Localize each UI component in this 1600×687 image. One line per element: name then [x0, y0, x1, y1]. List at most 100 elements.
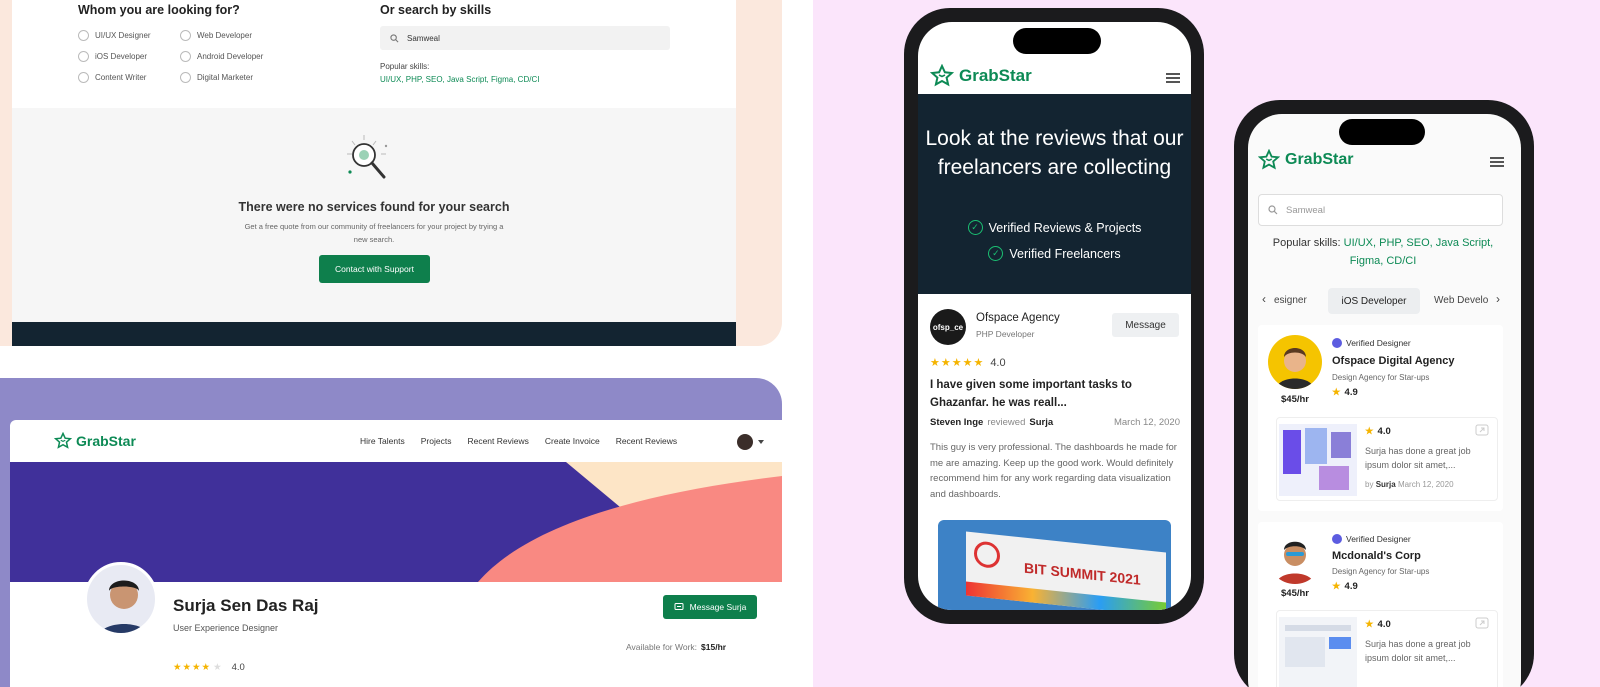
- phone-2-screen: GrabStar Samweal Popular skills: UI/UX, …: [1248, 114, 1521, 687]
- user-avatar[interactable]: [737, 434, 753, 450]
- share-icon[interactable]: [1475, 617, 1489, 629]
- billboard-logo: [974, 540, 1000, 570]
- contact-support-button[interactable]: Contact with Support: [319, 255, 430, 283]
- check-circle-icon: ✓: [967, 220, 983, 235]
- project-thumbnail: [1279, 424, 1357, 496]
- option-marketer[interactable]: Digital Marketer: [180, 72, 253, 83]
- chevron-left-icon[interactable]: ‹: [1262, 292, 1266, 306]
- nav-recent-reviews-2[interactable]: Recent Reviews: [616, 436, 677, 446]
- verified-reviews-line: ✓ Verified Reviews & Projects: [918, 220, 1191, 235]
- message-icon: [674, 603, 684, 610]
- freelancer-avatar: [1268, 335, 1322, 389]
- review-title: I have given some important tasks to Gha…: [930, 379, 1132, 409]
- chevron-down-icon[interactable]: [758, 440, 764, 444]
- hourly-rate: $45/hr: [1281, 588, 1309, 599]
- review-snippet[interactable]: ★ 4.0 Surja has done a great job ipsum do…: [1276, 417, 1498, 501]
- freelancer-tagline: Design Agency for Star-ups: [1332, 567, 1430, 576]
- radio-icon[interactable]: [180, 72, 191, 83]
- message-button[interactable]: Message: [1112, 313, 1179, 337]
- phone-frame-1: GrabStar Look at the reviews that our fr…: [904, 8, 1204, 624]
- hero-title: Look at the reviews that our freelancers…: [925, 127, 1184, 179]
- empty-text: Get a free quote from our community of f…: [244, 222, 504, 244]
- project-thumbnail: [1279, 617, 1357, 687]
- review-image: BIT SUMMIT 2021: [938, 520, 1171, 610]
- agency-name: Ofspace Agency: [976, 312, 1060, 324]
- message-surja-button[interactable]: Message Surja: [663, 595, 757, 619]
- star-icon: ★: [1365, 426, 1375, 437]
- menu-icon[interactable]: [1166, 73, 1180, 83]
- phone-frame-2: GrabStar Samweal Popular skills: UI/UX, …: [1234, 100, 1534, 687]
- profile-screen: GrabStar Hire Talents Projects Recent Re…: [10, 420, 782, 687]
- freelancer-rating: ★ 4.9: [1332, 387, 1358, 398]
- whom-title: Whom you are looking for?: [78, 3, 240, 17]
- empty-title: There were no services found for your se…: [238, 200, 510, 214]
- freelancer-card[interactable]: $45/hr Verified Designer Mcdonald's Corp…: [1258, 522, 1503, 687]
- nav-hire-talents[interactable]: Hire Talents: [360, 436, 405, 446]
- verified-badge: Verified Designer: [1332, 338, 1411, 348]
- nav-projects[interactable]: Projects: [421, 436, 452, 446]
- tab-designer[interactable]: esigner: [1274, 295, 1307, 306]
- star-rating-icon: ★★★★★: [930, 357, 985, 369]
- radio-icon[interactable]: [78, 30, 89, 41]
- freelancer-rating: ★ 4.9: [1332, 581, 1358, 592]
- star-icon: ★: [1332, 387, 1342, 398]
- skill-search-input[interactable]: Samweal: [380, 26, 670, 50]
- brand-logo[interactable]: GrabStar: [54, 432, 136, 450]
- review-text: Surja has done a great job ipsum dolor s…: [1365, 446, 1471, 470]
- nav-recent-reviews[interactable]: Recent Reviews: [467, 436, 528, 446]
- nav-create-invoice[interactable]: Create Invoice: [545, 436, 600, 446]
- chevron-right-icon[interactable]: ›: [1496, 292, 1500, 306]
- review-snippet[interactable]: ★ 4.0 Surja has done a great job ipsum do…: [1276, 610, 1498, 687]
- star-rating-icon: ★★★★: [173, 662, 212, 673]
- star-empty-icon: ★: [213, 662, 222, 673]
- review-meta: Steven Inge reviewed Surja March 12, 202…: [930, 417, 1180, 428]
- availability: Available for Work: $15/hr: [626, 642, 727, 652]
- footer-bar: [12, 322, 736, 346]
- popular-skills: Popular skills: UI/UX, PHP, SEO, Java Sc…: [1272, 237, 1494, 267]
- search-results-screen: Whom you are looking for? UI/UX Designer…: [12, 0, 736, 346]
- review-body: This guy is very professional. The dashb…: [930, 442, 1177, 500]
- option-uiux[interactable]: UI/UX Designer: [78, 30, 151, 41]
- radio-icon[interactable]: [180, 51, 191, 62]
- tab-ios-developer[interactable]: iOS Developer: [1328, 288, 1420, 314]
- brand-logo[interactable]: GrabStar: [1258, 149, 1353, 171]
- profile-avatar: [84, 562, 158, 636]
- freelancer-tagline: Design Agency for Star-ups: [1332, 373, 1430, 382]
- star-icon: ★: [1332, 581, 1342, 592]
- star-icon: ★: [1365, 619, 1375, 630]
- verified-badge: Verified Designer: [1332, 534, 1411, 544]
- tab-web-developer[interactable]: Web Develo: [1434, 295, 1488, 306]
- freelancer-name: Mcdonald's Corp: [1332, 550, 1421, 562]
- option-ios[interactable]: iOS Developer: [78, 51, 147, 62]
- freelancer-card[interactable]: $45/hr Verified Designer Ofspace Digital…: [1258, 325, 1503, 511]
- radio-icon[interactable]: [180, 30, 191, 41]
- hero-section: Look at the reviews that our freelancers…: [918, 94, 1191, 294]
- billboard-text: BIT SUMMIT 2021: [1024, 559, 1141, 588]
- radio-icon[interactable]: [78, 51, 89, 62]
- check-circle-icon: ✓: [988, 246, 1004, 261]
- search-icon: [1268, 205, 1278, 215]
- popular-skills-links[interactable]: UI/UX, PHP, SEO, Java Script, Figma, CD/…: [1344, 237, 1494, 267]
- agency-logo: ofsp_ce: [930, 309, 966, 345]
- option-android[interactable]: Android Developer: [180, 51, 263, 62]
- menu-icon[interactable]: [1490, 157, 1504, 167]
- search-input[interactable]: Samweal: [1258, 194, 1503, 226]
- radio-icon[interactable]: [78, 72, 89, 83]
- search-filters: Whom you are looking for? UI/UX Designer…: [12, 0, 736, 108]
- empty-state: There were no services found for your se…: [12, 108, 736, 322]
- hourly-rate: $45/hr: [1281, 394, 1309, 405]
- profile-name: Surja Sen Das Raj: [173, 596, 319, 615]
- dynamic-island: [1339, 119, 1425, 145]
- option-web[interactable]: Web Developer: [180, 30, 252, 41]
- share-icon[interactable]: [1475, 424, 1489, 436]
- review-text: Surja has done a great job ipsum dolor s…: [1365, 639, 1471, 663]
- magnifier-illustration-icon: [347, 135, 388, 179]
- verified-freelancers-line: ✓ Verified Freelancers: [918, 246, 1191, 261]
- review-byline: by Surja March 12, 2020: [1365, 480, 1454, 489]
- popular-skills-links[interactable]: UI/UX, PHP, SEO, Java Script, Figma, CD/…: [380, 75, 539, 84]
- profile-role: User Experience Designer: [173, 623, 279, 633]
- option-content[interactable]: Content Writer: [78, 72, 146, 83]
- phone-1-screen: GrabStar Look at the reviews that our fr…: [918, 22, 1191, 610]
- brand-logo[interactable]: GrabStar: [930, 64, 1032, 88]
- popular-skills: Popular skills: UI/UX, PHP, SEO, Java Sc…: [380, 62, 540, 84]
